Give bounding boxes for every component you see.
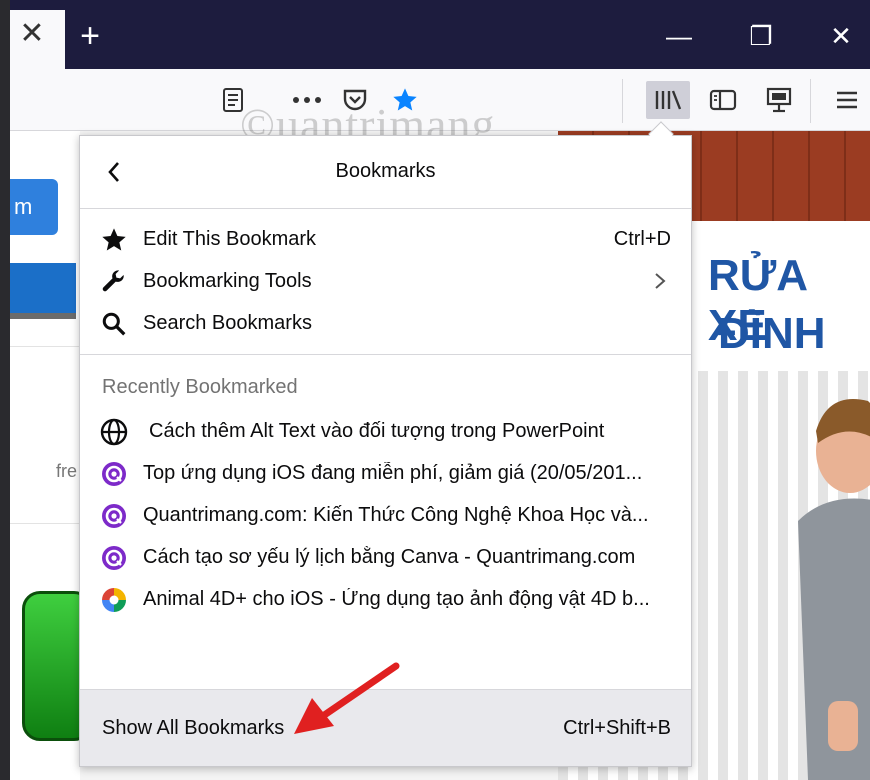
recent-bookmark-item[interactable]: Top ứng dụng iOS đang miễn phí, giảm giá…: [80, 452, 691, 494]
menu-item-edit-bookmark[interactable]: Edit This Bookmark Ctrl+D: [80, 218, 691, 260]
page-divider: [10, 346, 80, 347]
menu-item-label: Edit This Bookmark: [143, 228, 317, 250]
recent-bookmark-title: Top ứng dụng iOS đang miễn phí, giảm giá…: [143, 462, 643, 484]
wrench-icon: [100, 268, 128, 296]
panel-divider: [80, 208, 691, 209]
quantrimang-icon: [102, 546, 126, 570]
page-text-fragment: fre: [56, 461, 78, 481]
page-blue-bar: [10, 263, 76, 319]
menu-item-label: Search Bookmarks: [143, 312, 312, 334]
minimize-button[interactable]: —: [656, 16, 702, 56]
window-close-button[interactable]: ✕: [818, 16, 864, 56]
recent-bookmark-title: Quantrimang.com: Kiến Thức Công Nghệ Kho…: [143, 504, 649, 526]
window-left-border: [0, 0, 10, 780]
show-all-bookmarks-label: Show All Bookmarks: [102, 717, 285, 739]
show-all-bookmarks-shortcut: Ctrl+Shift+B: [563, 717, 671, 739]
restore-button[interactable]: ❐: [738, 16, 784, 56]
menu-item-search-bookmarks[interactable]: Search Bookmarks: [80, 302, 691, 344]
multicolor-app-icon: [102, 588, 126, 612]
panel-title: Bookmarks: [335, 160, 436, 182]
quantrimang-icon: [102, 462, 126, 486]
page-blue-button[interactable]: m: [10, 179, 58, 235]
url-bar-edge: [622, 79, 623, 123]
recent-bookmark-item[interactable]: Quantrimang.com: Kiến Thức Công Nghệ Kho…: [80, 494, 691, 536]
tab-close-button[interactable]: ✕: [14, 14, 50, 54]
menu-item-bookmarking-tools[interactable]: Bookmarking Tools: [80, 260, 691, 302]
hamburger-menu-icon[interactable]: [830, 83, 864, 117]
chevron-right-icon: [655, 273, 666, 289]
menu-item-label: Bookmarking Tools: [143, 270, 312, 292]
new-tab-button[interactable]: +: [70, 16, 110, 56]
panel-header: Bookmarks: [80, 136, 691, 208]
recent-bookmark-title: Animal 4D+ cho iOS - Ứng dụng tạo ảnh độ…: [143, 588, 650, 610]
screenshot-icon[interactable]: [762, 83, 796, 117]
recently-bookmarked-heading: Recently Bookmarked: [102, 376, 298, 398]
browser-window: ✕ + — ❐ ✕ m fre RỬA XE ĐÌNH ©uantrimang …: [0, 0, 870, 780]
ad-text-line2: ĐÌNH: [718, 309, 826, 358]
quantrimang-icon: [102, 504, 126, 528]
recent-bookmark-item[interactable]: Animal 4D+ cho iOS - Ứng dụng tạo ảnh độ…: [80, 578, 691, 620]
panel-divider: [80, 354, 691, 355]
recent-bookmark-item[interactable]: Cách thêm Alt Text vào đối tượng trong P…: [80, 410, 691, 452]
globe-icon: [100, 418, 128, 446]
menu-item-shortcut: Ctrl+D: [613, 228, 671, 250]
search-icon: [100, 310, 128, 338]
recent-bookmark-title: Cách tạo sơ yếu lý lịch bằng Canva - Qua…: [143, 546, 636, 568]
star-icon: [100, 226, 128, 254]
recent-bookmark-title: Cách thêm Alt Text vào đối tượng trong P…: [149, 420, 605, 442]
sidebar-icon[interactable]: [706, 83, 740, 117]
library-icon[interactable]: [646, 81, 690, 119]
toolbar-separator: [810, 79, 811, 123]
ad-person-image: [798, 399, 870, 780]
page-divider: [10, 523, 80, 524]
recent-bookmark-item[interactable]: Cách tạo sơ yếu lý lịch bằng Canva - Qua…: [80, 536, 691, 578]
red-arrow-annotation: [294, 662, 400, 734]
